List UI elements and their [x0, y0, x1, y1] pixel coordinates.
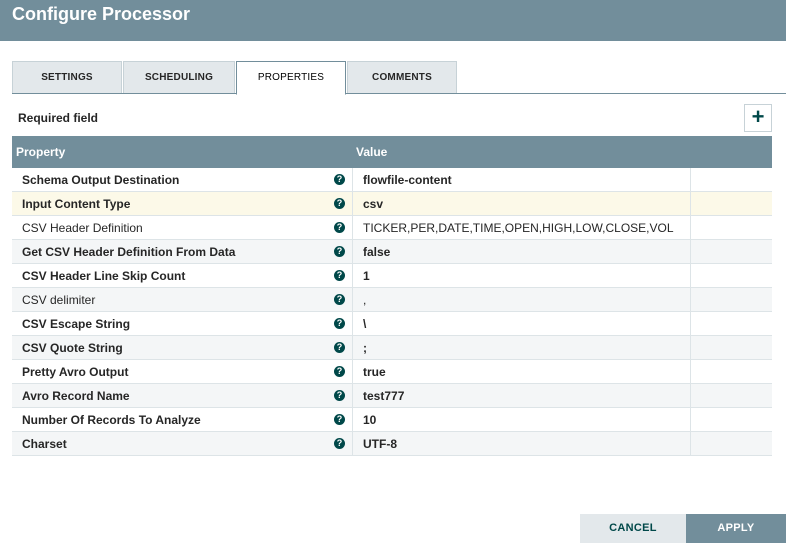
property-name: CSV Quote String: [22, 341, 123, 355]
column-divider: [690, 360, 691, 384]
dialog-title: Configure Processor: [12, 4, 191, 24]
tab-bar: SETTINGS SCHEDULING PROPERTIES COMMENTS: [12, 61, 786, 95]
cancel-button[interactable]: CANCEL: [580, 514, 686, 543]
property-name: Get CSV Header Definition From Data: [22, 245, 236, 259]
table-row[interactable]: Get CSV Header Definition From Data? fals…: [12, 240, 772, 264]
property-value[interactable]: 10: [363, 408, 376, 432]
property-value[interactable]: csv: [363, 192, 383, 216]
question-circle-icon[interactable]: ?: [334, 318, 345, 329]
table-row[interactable]: Charset? UTF-8: [12, 432, 772, 456]
property-value[interactable]: ,: [363, 288, 366, 312]
property-value[interactable]: true: [363, 360, 386, 384]
question-circle-icon[interactable]: ?: [334, 366, 345, 377]
column-divider: [352, 336, 353, 360]
property-name: Input Content Type: [22, 197, 131, 211]
property-value[interactable]: TICKER,PER,DATE,TIME,OPEN,HIGH,LOW,CLOSE…: [363, 216, 674, 240]
column-divider: [690, 288, 691, 312]
table-row[interactable]: CSV Header Definition? TICKER,PER,DATE,TI…: [12, 216, 772, 240]
column-divider: [352, 264, 353, 288]
property-name: CSV delimiter: [22, 293, 96, 307]
column-divider: [352, 216, 353, 240]
property-name: Pretty Avro Output: [22, 365, 129, 379]
table-row[interactable]: CSV Quote String?;: [12, 336, 772, 360]
table-row[interactable]: CSV Header Line Skip Count? 1: [12, 264, 772, 288]
column-divider: [690, 168, 691, 192]
tab-properties[interactable]: PROPERTIES: [236, 61, 346, 95]
column-divider: [352, 192, 353, 216]
column-divider: [352, 288, 353, 312]
property-value[interactable]: \: [363, 312, 366, 336]
table-header: Property Value: [12, 136, 772, 168]
column-divider: [690, 192, 691, 216]
tab-comments[interactable]: COMMENTS: [347, 61, 457, 93]
tab-settings[interactable]: SETTINGS: [12, 61, 122, 93]
table-row[interactable]: Avro Record Name? test777: [12, 384, 772, 408]
column-divider: [352, 240, 353, 264]
question-circle-icon[interactable]: ?: [334, 294, 345, 305]
column-divider: [690, 384, 691, 408]
property-value[interactable]: test777: [363, 384, 404, 408]
table-row[interactable]: Pretty Avro Output? true: [12, 360, 772, 384]
question-circle-icon[interactable]: ?: [334, 246, 345, 257]
property-name: CSV Header Definition: [22, 221, 143, 235]
column-header-property[interactable]: Property: [16, 136, 65, 168]
column-divider: [690, 240, 691, 264]
tab-scheduling[interactable]: SCHEDULING: [123, 61, 235, 93]
table-row[interactable]: Number Of Records To Analyze? 10: [12, 408, 772, 432]
table-row[interactable]: Schema Output Destination? flowfile-conte…: [12, 168, 772, 192]
property-name: CSV Escape String: [22, 317, 131, 331]
table-row[interactable]: CSV Escape String? \: [12, 312, 772, 336]
question-circle-icon[interactable]: ?: [334, 342, 345, 353]
question-circle-icon[interactable]: ?: [334, 414, 345, 425]
property-value[interactable]: flowfile-content: [363, 168, 452, 192]
column-divider: [352, 408, 353, 432]
question-circle-icon[interactable]: ?: [334, 174, 345, 185]
property-value[interactable]: UTF-8: [363, 432, 397, 456]
property-name: Schema Output Destination: [22, 173, 180, 187]
question-circle-icon[interactable]: ?: [334, 222, 345, 233]
question-circle-icon[interactable]: ?: [334, 270, 345, 281]
column-divider: [352, 432, 353, 456]
add-property-button[interactable]: +: [744, 104, 772, 132]
column-divider: [352, 312, 353, 336]
dialog-header: Configure Processor: [0, 0, 786, 41]
plus-icon: +: [751, 104, 765, 129]
property-name: Avro Record Name: [22, 389, 130, 403]
properties-table: Property Value Schema Output Destination…: [12, 136, 772, 456]
question-circle-icon[interactable]: ?: [334, 198, 345, 209]
column-header-value[interactable]: Value: [356, 136, 387, 168]
property-name: Number Of Records To Analyze: [22, 413, 201, 427]
column-divider: [352, 360, 353, 384]
table-row[interactable]: CSV delimiter?,: [12, 288, 772, 312]
column-divider: [690, 432, 691, 456]
apply-button[interactable]: APPLY: [686, 514, 786, 543]
column-divider: [352, 384, 353, 408]
property-name: Charset: [22, 437, 67, 451]
column-divider: [690, 264, 691, 288]
question-circle-icon[interactable]: ?: [334, 390, 345, 401]
property-value[interactable]: ;: [363, 336, 367, 360]
column-divider: [690, 216, 691, 240]
required-field-label: Required field: [18, 111, 99, 125]
column-divider: [352, 168, 353, 192]
column-divider: [690, 336, 691, 360]
property-value[interactable]: 1: [363, 264, 370, 288]
property-name: CSV Header Line Skip Count: [22, 269, 186, 283]
question-circle-icon[interactable]: ?: [334, 438, 345, 449]
column-divider: [690, 312, 691, 336]
table-body: Schema Output Destination? flowfile-conte…: [12, 168, 772, 456]
property-value[interactable]: false: [363, 240, 390, 264]
column-divider: [690, 408, 691, 432]
table-row[interactable]: Input Content Type? csv: [12, 192, 772, 216]
